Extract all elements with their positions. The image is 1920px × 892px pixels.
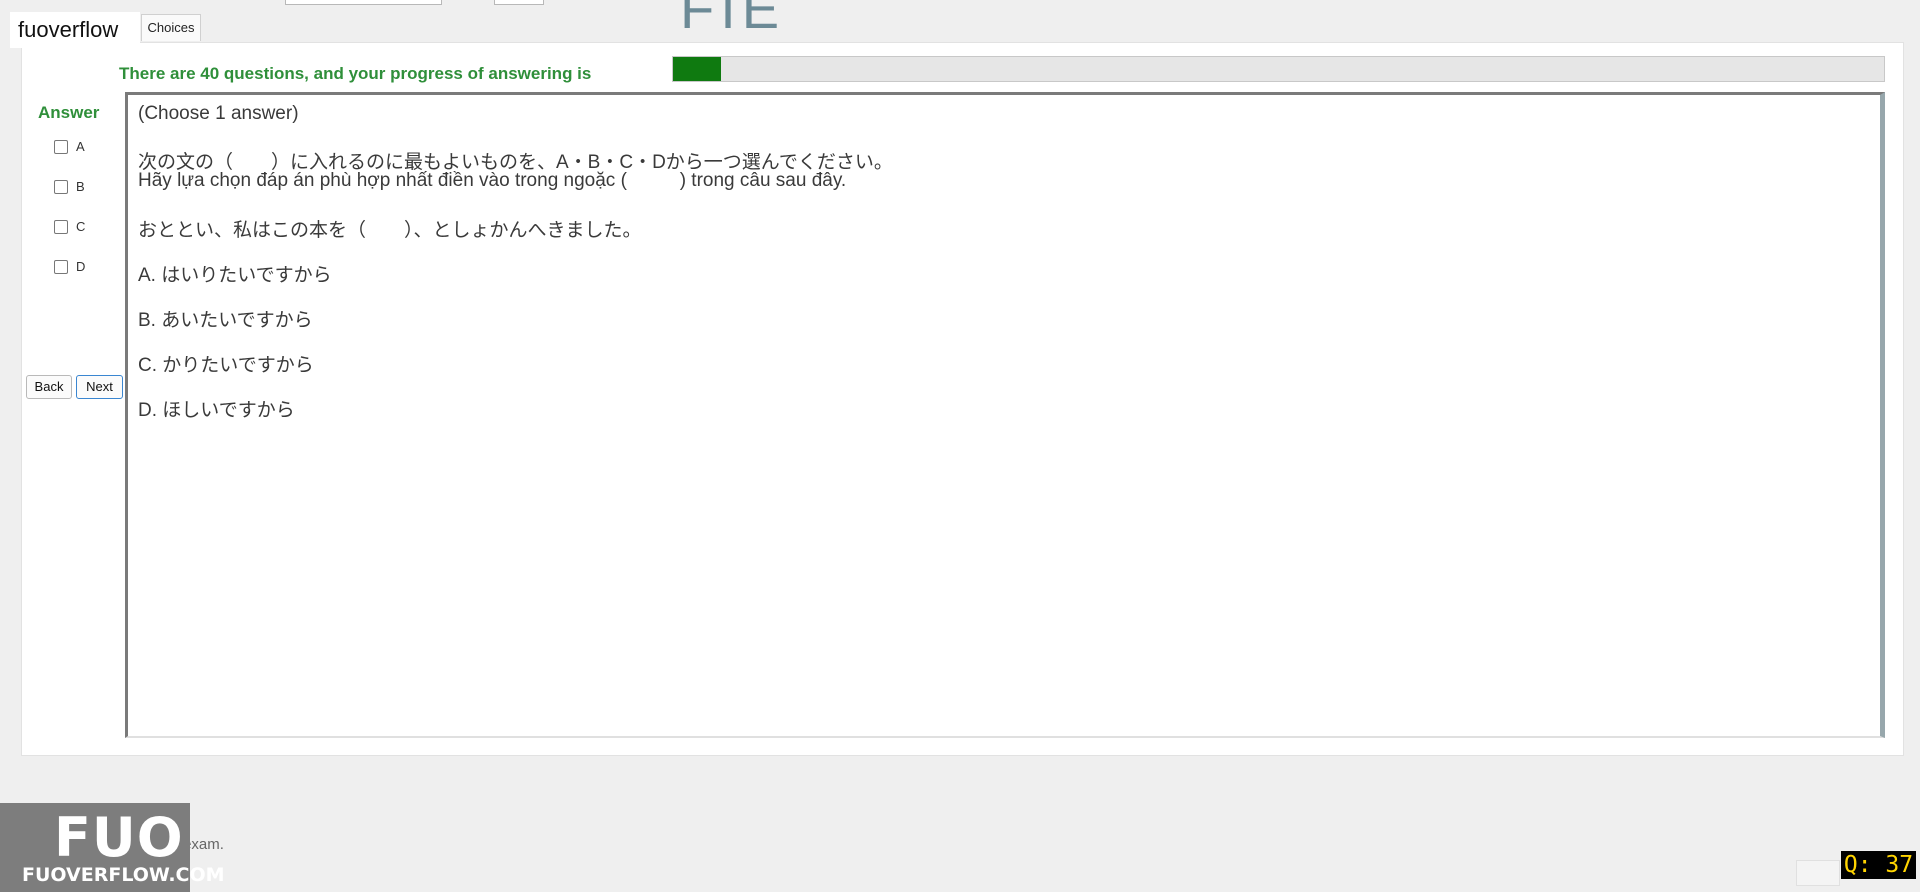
choice-c[interactable]: C — [54, 219, 85, 234]
option-a-text: A. はいりたいですから — [138, 265, 332, 286]
choice-b[interactable]: B — [54, 179, 85, 194]
progress-bar — [672, 56, 1885, 82]
logo-site-text: FUOVERFLOW.COM — [22, 864, 225, 886]
question-counter: Q: 37 — [1841, 851, 1916, 879]
choice-b-checkbox[interactable] — [54, 179, 68, 194]
answer-heading: Answer — [38, 103, 100, 122]
top-field-2[interactable] — [494, 0, 544, 5]
question-sentence: おととい、私はこの本を（ ）、としょかんへきました。 — [138, 220, 642, 241]
logo-mark: FUO — [54, 806, 184, 869]
finish-button[interactable] — [1796, 860, 1840, 886]
option-c-text: C. かりたいですから — [138, 355, 314, 376]
tab-choices[interactable]: Choices — [141, 14, 201, 41]
question-content: (Choose 1 answer) 次の文の（ ）に入れるのに最もよいものを、A… — [125, 92, 1885, 738]
choice-c-label: C — [76, 219, 86, 234]
option-b-text: B. あいたいですから — [138, 310, 313, 331]
progress-label: There are 40 questions, and your progres… — [119, 64, 592, 83]
choice-b-label: B — [76, 179, 85, 194]
question-prompt-vi: Hãy lựa chọn đáp án phù hợp nhất điền và… — [138, 170, 847, 191]
next-button[interactable]: Next — [76, 375, 123, 399]
question-instruction: (Choose 1 answer) — [138, 103, 299, 124]
progress-bar-fill — [673, 57, 722, 81]
choice-c-checkbox[interactable] — [54, 219, 68, 234]
choice-d[interactable]: D — [54, 259, 85, 274]
choice-d-checkbox[interactable] — [54, 259, 68, 274]
choice-d-label: D — [76, 259, 86, 274]
option-d-text: D. ほしいですから — [138, 400, 295, 421]
choice-a-checkbox[interactable] — [54, 139, 68, 154]
watermark-label: fuoverflow — [10, 12, 140, 48]
choice-a-label: A — [76, 139, 85, 154]
top-field-1[interactable] — [285, 0, 442, 5]
choice-a[interactable]: A — [54, 139, 85, 154]
title-fragment: FIE — [680, 0, 786, 40]
back-button[interactable]: Back — [26, 375, 72, 399]
